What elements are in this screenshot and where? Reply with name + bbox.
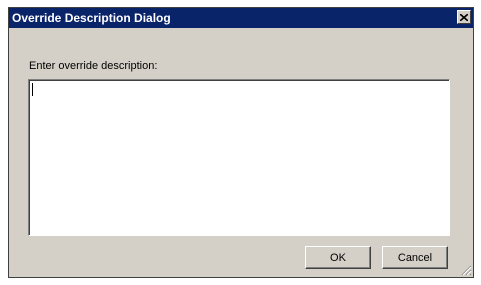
override-description-input[interactable]	[28, 79, 450, 236]
close-button[interactable]	[457, 10, 471, 24]
override-description-dialog: Override Description Dialog Enter overri…	[8, 7, 474, 278]
text-caret	[32, 83, 33, 96]
cancel-button[interactable]: Cancel	[382, 246, 448, 269]
close-icon	[460, 13, 468, 21]
ok-button[interactable]: OK	[305, 246, 371, 269]
title-bar[interactable]: Override Description Dialog	[9, 8, 473, 28]
override-description-label: Enter override description:	[29, 60, 158, 72]
window-title: Override Description Dialog	[12, 11, 171, 25]
resize-grip-icon[interactable]	[460, 264, 472, 276]
